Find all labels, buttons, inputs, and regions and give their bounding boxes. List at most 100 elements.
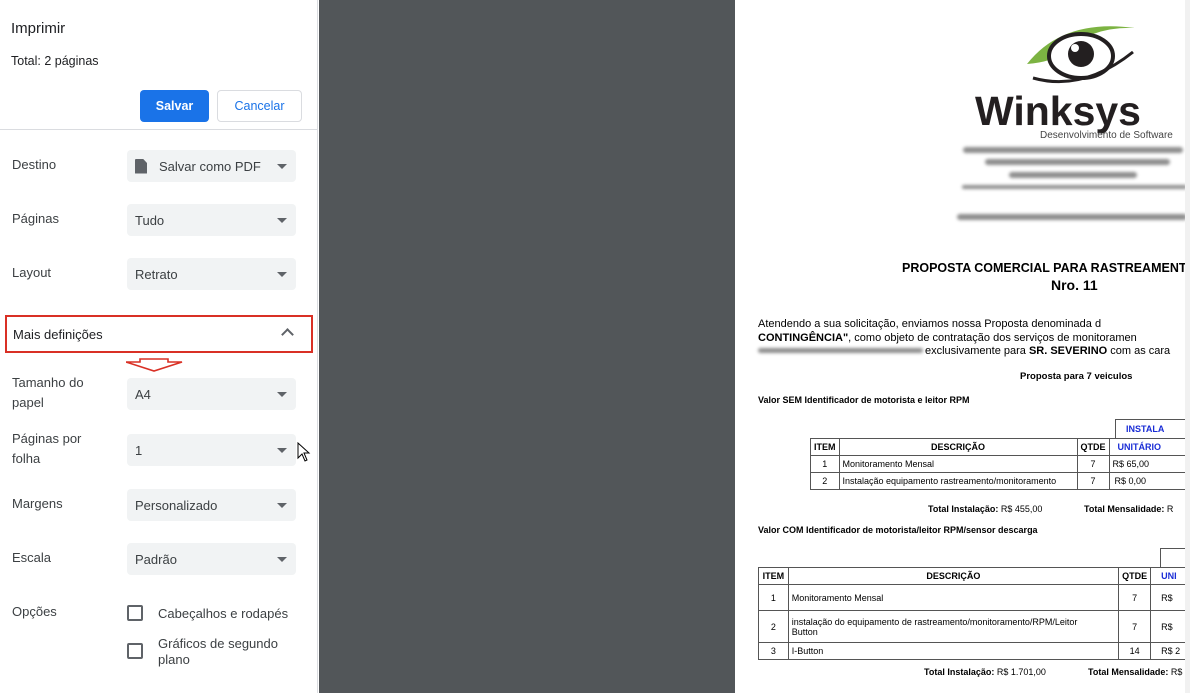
background-graphics-checkbox[interactable] [127, 643, 143, 659]
cell-desc-line-2: Button [791, 626, 818, 637]
layout-label: Layout [12, 265, 52, 280]
total-monthly-label: Total Mensalidade: [1088, 667, 1169, 677]
redacted-line [1009, 172, 1137, 178]
total-install-label: Total Instalação: [928, 504, 999, 514]
background-graphics-label: Gráficos de segundo plano [158, 636, 278, 667]
total-install-value: R$ 1.701,00 [996, 667, 1046, 677]
panel-title: Imprimir [11, 20, 66, 37]
dropdown-caret-icon [277, 503, 287, 508]
divider [0, 129, 318, 130]
scale-select[interactable]: Padrão [127, 543, 296, 575]
intro-line-3-tail: com as cara [1110, 345, 1171, 357]
dropdown-caret-icon [277, 272, 287, 277]
col-item: ITEM [758, 567, 789, 585]
scale-value: Padrão [135, 551, 177, 567]
t2-total-monthly: Total Mensalidade: R$ [1088, 667, 1182, 677]
col-item: ITEM [810, 438, 840, 456]
arrow-down-icon [126, 358, 183, 372]
pages-per-sheet-value: 1 [135, 442, 143, 458]
dropdown-caret-icon [277, 218, 287, 223]
cell-item: 2 [758, 610, 789, 643]
cell-unit: R$ 0,00 [1108, 472, 1190, 490]
cell-desc-line-1: instalação do equipamento de rastreament… [791, 616, 1078, 627]
proposal-number: Nro. 11 [1051, 277, 1098, 293]
destination-value: Salvar como PDF [159, 158, 261, 174]
pages-select[interactable]: Tudo [127, 204, 296, 236]
cell-desc: I-Button [787, 642, 1120, 660]
cell-unit: R$ [1150, 584, 1190, 611]
col-qty: QTDE [1118, 567, 1152, 585]
options-label: Opções [12, 604, 57, 619]
cell-qty: 7 [1118, 584, 1152, 611]
mouse-cursor-icon [297, 442, 311, 462]
table-row: 1 Monitoramento Mensal 7 R$ [758, 584, 1190, 611]
pages-per-sheet-label: Páginas por folha [12, 431, 82, 466]
intro-line-2-rest: , como objeto de contratação dos serviço… [848, 332, 1137, 344]
pages-label: Páginas [12, 211, 59, 226]
redacted-line [962, 185, 1187, 189]
margins-label: Margens [12, 496, 63, 511]
t1-total-install: Total Instalação: R$ 455,00 [928, 504, 1042, 514]
save-button[interactable]: Salvar [140, 90, 209, 122]
company-logo-subtitle: Desenvolvimento de Software [1040, 130, 1173, 141]
cancel-button[interactable]: Cancelar [217, 90, 302, 122]
cell-item: 1 [810, 455, 840, 473]
t1-total-monthly: Total Mensalidade: R [1084, 504, 1173, 514]
cell-desc: Monitoramento Mensal [787, 584, 1120, 611]
preview-scrollbar[interactable] [1185, 0, 1190, 693]
dropdown-caret-icon [277, 448, 287, 453]
total-install-value: R$ 455,00 [1000, 504, 1043, 514]
client-name: SR. SEVERINO [1028, 345, 1108, 357]
paper-size-label: Tamanho do papel [12, 375, 84, 410]
cell-unit: R$ [1150, 610, 1190, 643]
scale-label: Escala [12, 550, 52, 565]
paper-size-value: A4 [135, 386, 151, 402]
total-monthly-value: R [1166, 504, 1174, 514]
print-settings-panel: Imprimir Total: 2 páginas Salvar Cancela… [0, 0, 318, 693]
headers-footers-checkbox[interactable] [127, 605, 143, 621]
more-settings-label: Mais definições [13, 326, 103, 342]
headers-footers-label: Cabeçalhos e rodapés [158, 606, 289, 621]
destination-select[interactable]: Salvar como PDF [127, 150, 296, 182]
dropdown-caret-icon [277, 164, 287, 169]
table-without-id: ITEM DESCRIÇÃO QTDE UNITÁRIO 1 Monitoram… [810, 438, 1190, 490]
cell-desc: Instalação equipamento rastreamento/moni… [838, 472, 1078, 490]
cell-qty: 14 [1118, 642, 1152, 660]
install-header: INSTALA [1115, 419, 1190, 439]
chevron-up-icon [281, 328, 294, 341]
dropdown-caret-icon [277, 392, 287, 397]
total-install-label: Total Instalação: [924, 667, 995, 677]
cell-item: 1 [758, 584, 789, 611]
table-row: 3 I-Button 14 R$ 2 [758, 642, 1190, 660]
layout-select[interactable]: Retrato [127, 258, 296, 290]
proposal-vehicles: Proposta para 7 veiculos [1020, 371, 1133, 382]
cell-unit: R$ 2 [1150, 642, 1190, 660]
cell-item: 3 [758, 642, 789, 660]
cell-qty: 7 [1076, 455, 1110, 473]
destination-label: Destino [12, 157, 57, 172]
preview-page: Winksys Desenvolvimento de Software PROP… [735, 0, 1190, 693]
col-unit: UNITÁRIO [1108, 438, 1190, 456]
col-unit: UNI [1150, 567, 1190, 585]
section-without-id: Valor SEM Identificador de motorista e l… [758, 395, 970, 405]
intro-line-3: exclusivamente para SR. SEVERINO com as … [925, 345, 1170, 357]
table-row: 2 Instalação equipamento rastreamento/mo… [810, 472, 1190, 490]
redacted-line [957, 214, 1187, 220]
cell-unit: R$ 65,00 [1108, 455, 1190, 473]
t2-total-install: Total Instalação: R$ 1.701,00 [924, 667, 1046, 677]
margins-select[interactable]: Personalizado [127, 489, 296, 521]
total-monthly-label: Total Mensalidade: [1084, 504, 1165, 514]
table-row: 1 Monitoramento Mensal 7 R$ 65,00 [810, 455, 1190, 473]
col-desc: DESCRIÇÃO [838, 438, 1078, 456]
margins-value: Personalizado [135, 497, 218, 513]
paper-size-select[interactable]: A4 [127, 378, 296, 410]
proposal-title: PROPOSTA COMERCIAL PARA RASTREAMENTO [902, 261, 1190, 275]
cell-desc: instalação do equipamento de rastreament… [787, 610, 1120, 643]
pages-per-sheet-select[interactable]: 1 [127, 434, 296, 466]
document-icon [135, 158, 147, 174]
intro-line-1: Atendendo a sua solicitação, enviamos no… [758, 318, 1102, 330]
redacted-line [758, 348, 923, 353]
layout-value: Retrato [135, 266, 178, 282]
cell-desc: Monitoramento Mensal [838, 455, 1078, 473]
more-settings-toggle[interactable]: Mais definições [5, 315, 313, 353]
